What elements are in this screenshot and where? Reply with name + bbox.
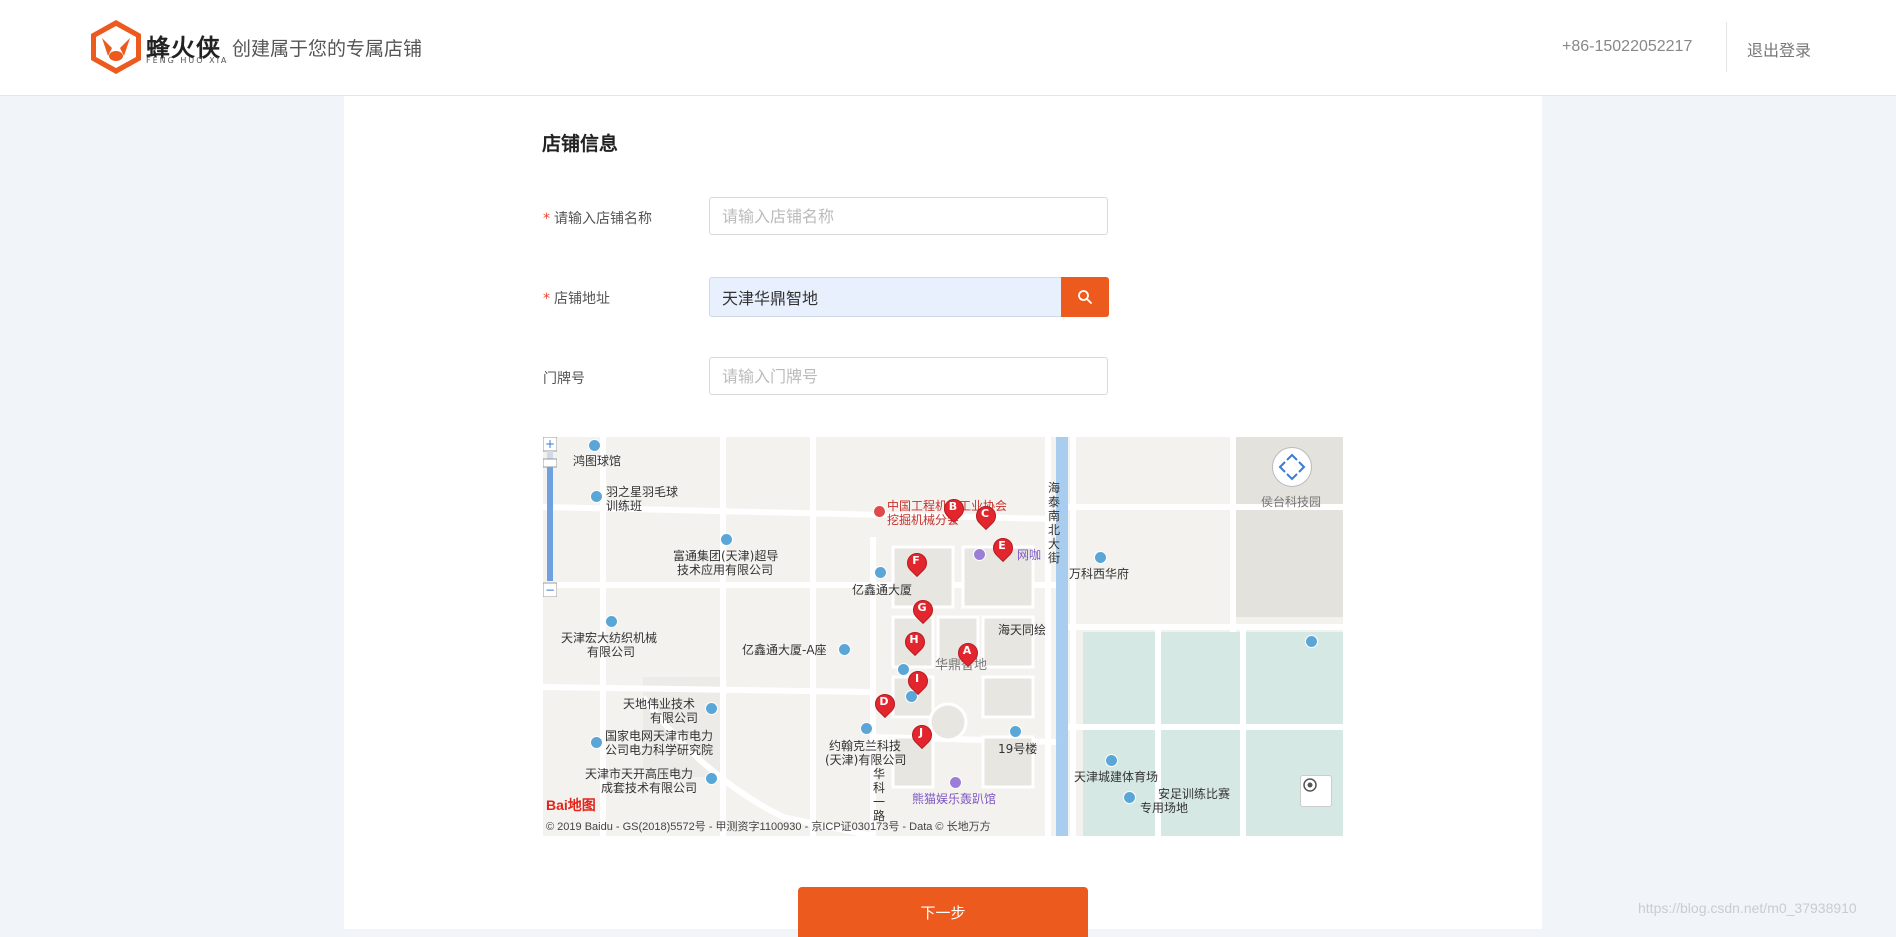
map-marker-c[interactable]: C [971,501,1001,532]
map-label: 成套技术有限公司 [601,781,698,795]
poi-icon[interactable] [838,643,851,656]
header-divider [1726,22,1727,72]
poi-icon[interactable] [1123,791,1136,804]
map-marker-b[interactable]: B [939,494,969,525]
poi-icon[interactable] [588,439,601,452]
map-label: 鸿图球馆 [573,454,622,468]
map-marker-a[interactable]: A [953,638,983,669]
search-icon [1078,290,1092,304]
map-marker-h[interactable]: H [900,627,930,658]
map-label: 熊猫娱乐轰趴馆 [912,792,997,806]
poi-icon[interactable] [949,776,962,789]
poi-icon[interactable] [1009,725,1022,738]
door-number-input[interactable] [709,357,1108,395]
map-label: 网咖 [1017,548,1042,562]
poi-icon[interactable] [873,505,886,518]
poi-icon[interactable] [705,772,718,785]
map-label: 安足训练比赛 [1158,787,1231,801]
poi-icon[interactable] [590,490,603,503]
map-label: 万科西华府 [1069,567,1130,581]
map-label: 19号楼 [998,742,1038,756]
store-name-label: * 请输入店铺名称 [543,211,652,227]
next-step-button[interactable]: 下一步 [798,887,1088,937]
address-search-button[interactable] [1061,277,1109,317]
map-marker-e[interactable]: E [988,533,1018,564]
logo-subtitle: FENG HUO XIA [146,56,229,65]
poi-icon[interactable] [973,548,986,561]
store-name-input[interactable] [709,197,1108,235]
map-label: 天津市天开高压电力 [585,767,694,781]
map-label: 专用场地 [1140,801,1189,815]
map-label: (天津)有限公司 [825,753,907,767]
zoom-slider[interactable]: + − [543,437,557,597]
map-marker-i[interactable]: I [903,666,933,697]
logout-link[interactable]: 退出登录 [1747,37,1811,61]
store-address-input[interactable] [709,277,1062,317]
map-label: 天地伟业技术 [623,697,696,711]
top-header: 蜂火侠 FENG HUO XIA 创建属于您的专属店铺 +86-15022052… [0,0,1896,96]
poi-icon[interactable] [1094,551,1107,564]
map-label: 国家电网天津市电力 [605,729,714,743]
required-mark: * [543,211,550,227]
map-label: 亿鑫通大厦 [852,583,913,597]
fox-logo-icon[interactable] [88,18,144,76]
map-label: 海泰南北大街 [1048,481,1061,565]
map-label: 公司电力科学研究院 [605,743,714,757]
map-label: 亿鑫通大厦-A座 [742,643,827,657]
map-label: 天津城建体育场 [1074,770,1159,784]
poi-icon[interactable] [720,533,733,546]
baidu-logo: Bai地图 [546,797,596,813]
map-label: 富通集团(天津)超导 [673,549,779,563]
store-address-label: * 店铺地址 [543,291,610,307]
contact-phone: +86-15022052217 [1562,38,1693,55]
parking-icon[interactable] [1305,635,1318,648]
map-label: 有限公司 [587,645,636,659]
map-label: 技术应用有限公司 [677,563,774,577]
map-label: 约翰克兰科技 [829,739,902,753]
map-marker-g[interactable]: G [908,595,938,626]
poi-icon[interactable] [874,566,887,579]
map-marker-j[interactable]: J [907,720,937,751]
map-label: 训练班 [606,499,643,513]
svg-text:−: − [545,583,555,597]
poi-icon[interactable] [605,615,618,628]
poi-icon[interactable] [590,736,603,749]
poi-icon[interactable] [1105,754,1118,767]
map-marker-d[interactable]: D [870,689,900,720]
poi-icon[interactable] [860,722,873,735]
map-marker-f[interactable]: F [902,548,932,579]
baidu-map[interactable]: 鸿图球馆 羽之星羽毛球 训练班 中国工程机械工业协会 挖掘机械分会 富通集团(天… [543,437,1343,836]
map-label: 羽之星羽毛球 [606,485,679,499]
map-label: 海天同绘 [998,623,1047,637]
required-mark: * [543,291,550,307]
map-pan-control[interactable] [1272,447,1312,487]
section-title: 店铺信息 [542,133,619,155]
locate-button[interactable] [1300,775,1332,807]
watermark: https://blog.csdn.net/m0_37938910 [1638,900,1857,916]
header-slogan: 创建属于您的专属店铺 [232,38,423,60]
poi-icon[interactable] [705,702,718,715]
door-number-label: 门牌号 [543,371,585,387]
map-label: 有限公司 [650,711,699,725]
map-label: 天津宏大纺织机械 [561,631,658,645]
map-label: 华科一路 [873,767,886,823]
map-copyright: © 2019 Baidu - GS(2018)5572号 - 甲测资字11009… [546,821,991,833]
svg-text:+: + [545,437,555,451]
map-label: 侯台科技园 [1261,495,1322,509]
locate-icon [1303,778,1317,792]
pan-arrows-icon [1278,453,1306,481]
